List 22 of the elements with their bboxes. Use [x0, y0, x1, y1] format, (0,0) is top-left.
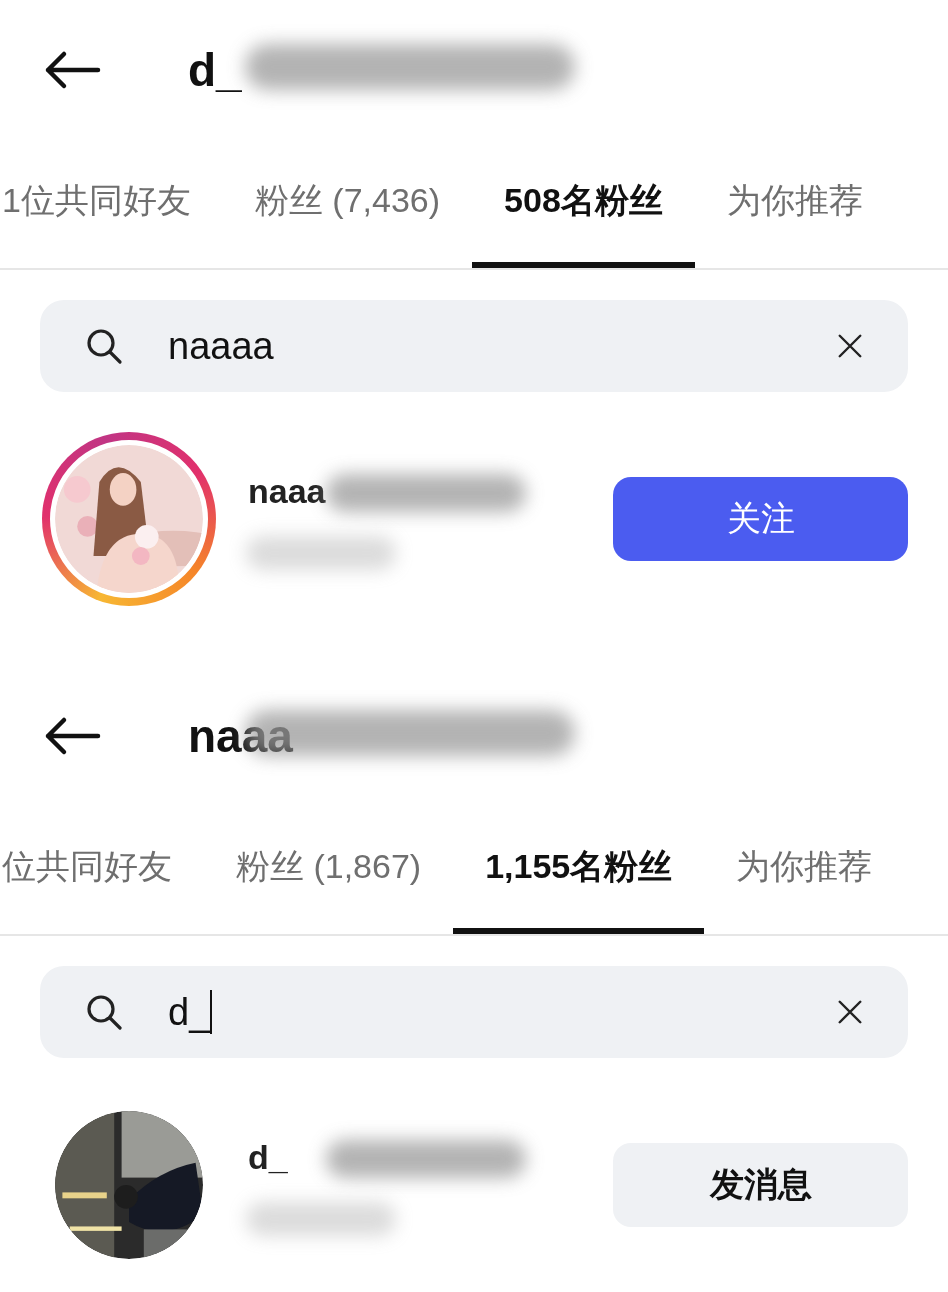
search-icon	[84, 992, 124, 1032]
search-icon	[84, 326, 124, 366]
username[interactable]: naaa	[248, 472, 326, 511]
profile-username: d_	[188, 43, 242, 97]
tab[interactable]: 1,155名粉丝	[453, 806, 705, 934]
follow-button[interactable]: 关注	[613, 477, 908, 561]
tab[interactable]: 508名粉丝	[472, 140, 695, 268]
tab[interactable]: 为你推荐	[704, 806, 905, 934]
tab[interactable]: 为你推荐	[694, 140, 895, 268]
close-icon[interactable]	[836, 332, 864, 360]
message-button[interactable]: 发消息	[613, 1143, 908, 1227]
close-icon[interactable]	[836, 998, 864, 1026]
tab[interactable]: 粉丝 (7,436)	[222, 140, 473, 268]
search-text: d_	[168, 990, 213, 1034]
search-text: naaaa	[168, 324, 275, 368]
username[interactable]: d_	[248, 1138, 288, 1177]
tab[interactable]: 1位共同好友	[0, 140, 223, 268]
search-field[interactable]: d_	[40, 966, 908, 1058]
tab[interactable]: 粉丝 (1,867)	[204, 806, 454, 934]
search-field[interactable]: naaaa	[40, 300, 908, 392]
tab[interactable]: 位共同好友	[0, 806, 204, 934]
profile-username: naaa	[188, 709, 293, 763]
